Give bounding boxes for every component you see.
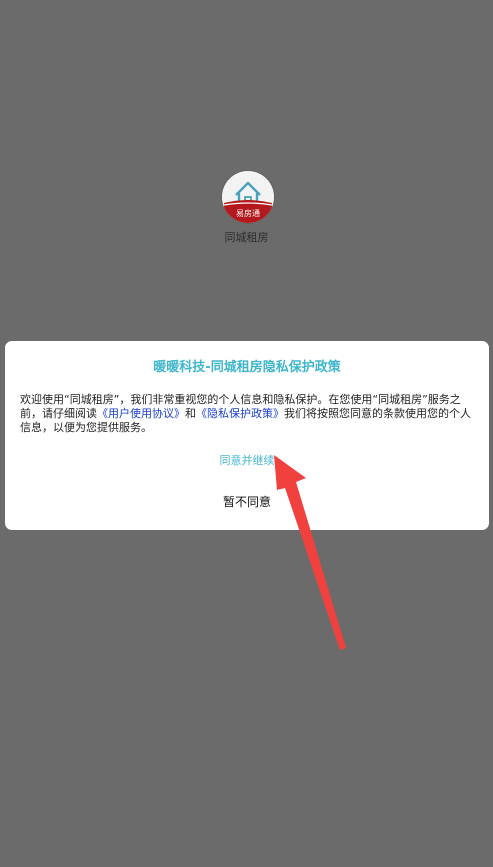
privacy-policy-link[interactable]: 《隐私保护政策》	[196, 407, 284, 420]
agree-continue-button[interactable]: 同意并继续	[197, 452, 297, 470]
house-icon: 易房通	[222, 171, 274, 223]
privacy-dialog: 暖暖科技-同城租房隐私保护政策 欢迎使用“同城租房”，我们非常重视您的个人信息和…	[5, 341, 489, 530]
app-logo: 易房通	[222, 171, 274, 223]
body-and: 和	[185, 407, 196, 420]
logo-text: 易房通	[236, 208, 260, 218]
app-name: 同城租房	[224, 231, 269, 244]
dialog-body: 欢迎使用“同城租房”，我们非常重视您的个人信息和隐私保护。在您使用“同城租房”服…	[20, 393, 476, 435]
user-agreement-link[interactable]: 《用户使用协议》	[97, 407, 185, 420]
dialog-title: 暖暖科技-同城租房隐私保护政策	[153, 360, 341, 375]
disagree-button[interactable]: 暂不同意	[197, 493, 297, 511]
